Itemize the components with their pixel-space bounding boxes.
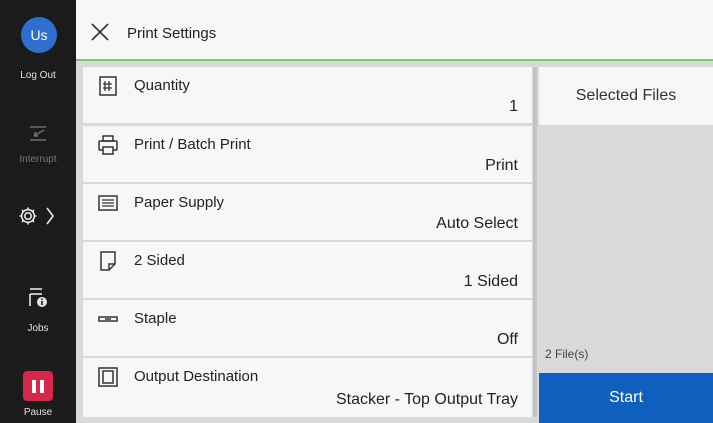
setting-label: Output Destination [134,368,259,385]
staple-icon [98,316,118,322]
list-scrollbar[interactable] [533,67,537,417]
page-title: Print Settings [127,25,217,42]
close-icon[interactable] [88,20,112,44]
setting-quantity[interactable]: Quantity 1 [83,67,532,123]
settings-list: Quantity 1 Print / Batch Print Print Pap… [83,67,532,417]
setting-2-sided[interactable]: 2 Sided 1 Sided [83,242,532,298]
gear-icon [19,207,37,225]
setting-value: Print [485,157,518,174]
chevron-right-icon [46,207,54,225]
page-icon [100,251,116,271]
jobs-button[interactable]: Jobs [0,323,76,334]
file-count: 2 File(s) [545,347,589,361]
interrupt-button: Interrupt [19,154,57,165]
jobs-icon[interactable] [0,286,76,310]
quantity-icon [99,76,117,96]
setting-label: Staple [134,310,177,327]
printer-icon [98,135,118,155]
start-button[interactable]: Start [539,373,713,423]
setting-value: Auto Select [436,215,518,232]
selected-files-button[interactable]: Selected Files [539,67,713,125]
setting-paper-supply[interactable]: Paper Supply Auto Select [83,184,532,240]
setting-output-destination[interactable]: Output Destination Stacker - Top Output … [83,358,532,417]
system-rail: Us Log Out Interrupt Jobs Pause [0,0,76,423]
pause-button[interactable] [23,371,53,401]
setting-label: Paper Supply [134,194,225,211]
setting-label: Quantity [134,77,190,94]
header-bar: Print Settings [76,0,713,61]
output-tray-icon [98,367,118,387]
setting-value: 1 [509,98,518,115]
setting-value: Off [496,331,518,348]
pause-label: Pause [23,407,53,418]
interrupt-icon [0,124,76,144]
paper-tray-icon [98,195,118,211]
setting-label: Print / Batch Print [134,136,251,153]
setting-value: Stacker - Top Output Tray [335,391,518,408]
settings-expand-button[interactable] [0,204,76,228]
setting-label: 2 Sided [134,252,185,269]
setting-staple[interactable]: Staple Off [83,300,532,356]
setting-print-batch[interactable]: Print / Batch Print Print [83,126,532,182]
user-avatar[interactable]: Us [21,17,57,53]
logout-button[interactable]: Log Out [0,70,76,81]
setting-value: 1 Sided [463,273,518,290]
pause-icon [32,379,36,393]
